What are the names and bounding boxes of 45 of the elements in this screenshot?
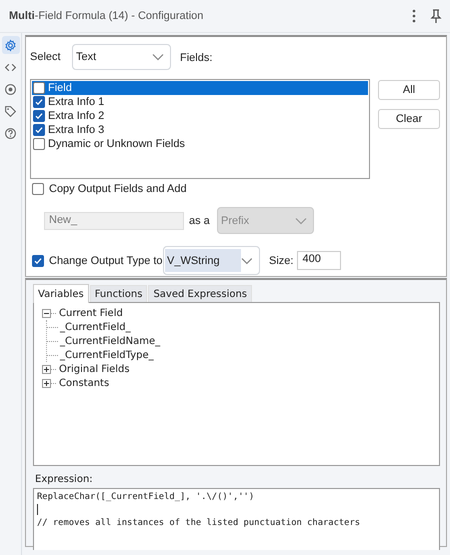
code-line: ReplaceChar([_CurrentField_], '.\/()','') [37, 492, 254, 502]
tab[interactable]: Variables [33, 284, 89, 303]
size-field[interactable]: 400 [297, 251, 342, 270]
tree-node[interactable]: Current Field [42, 308, 123, 318]
chevron-icon [152, 53, 164, 61]
expand-icon[interactable] [42, 378, 51, 388]
checkbox[interactable] [33, 96, 45, 108]
as-a-label: as a [189, 214, 211, 226]
comment-line: // removes all instances of the listed punctuation characters [37, 518, 360, 528]
expression-label: Expression: [34, 473, 94, 487]
tree-item[interactable]: _CurrentField_ [60, 322, 131, 332]
tab[interactable]: Saved Expressions [148, 285, 252, 302]
checkbox[interactable] [33, 138, 45, 150]
tree-node[interactable]: Constants [42, 378, 110, 388]
action-button[interactable]: Clear [378, 109, 440, 129]
action-button[interactable]: All [378, 80, 440, 100]
copy-output-label: Copy Output Fields and Add [49, 183, 187, 195]
checkbox[interactable] [33, 110, 45, 122]
tree-item[interactable]: _CurrentFieldName_ [60, 336, 160, 346]
type-dropdown[interactable]: V_WString [163, 246, 260, 275]
select-dropdown[interactable]: Text [72, 44, 171, 70]
tree-item[interactable]: _CurrentFieldType_ [60, 350, 154, 360]
checkbox[interactable] [32, 254, 44, 266]
field-list-item[interactable]: Extra Info 1 [32, 95, 368, 109]
chevron-icon [295, 216, 307, 224]
select-label: Select [30, 51, 62, 63]
field-list-item[interactable]: Dynamic or Unknown Fields [32, 137, 368, 151]
checkbox[interactable] [33, 124, 45, 136]
expand-icon[interactable] [42, 364, 51, 374]
checkbox[interactable] [33, 82, 45, 94]
field-list-item[interactable]: Field [32, 81, 368, 95]
chevron-icon [241, 256, 253, 264]
change-type-label: Change Output Type to [49, 254, 163, 266]
field-list-item[interactable]: Extra Info 3 [32, 123, 368, 137]
settings-icon[interactable] [2, 36, 20, 54]
pin-icon[interactable] [430, 9, 442, 23]
expression-editor[interactable]: ReplaceChar([_CurrentField_], '.\/()','') // removes all instances of the listed punctuation characters [33, 488, 440, 550]
fields-label: Fields: [180, 51, 212, 64]
more-icon[interactable] [412, 9, 416, 23]
tree-node[interactable]: Original Fields [42, 364, 130, 374]
window-title: Multi-Field Formula (14) - Configuration [9, 10, 204, 22]
collapse-icon[interactable] [42, 308, 51, 318]
size-label: Size: [269, 254, 294, 266]
field-list-item[interactable]: Extra Info 2 [32, 109, 368, 123]
tab[interactable]: Functions [90, 285, 148, 302]
